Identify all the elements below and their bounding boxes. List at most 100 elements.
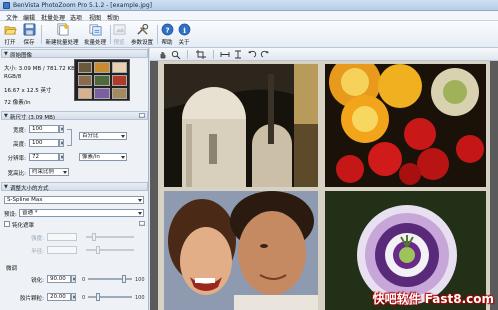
image-toolbar-separator xyxy=(213,50,214,59)
sharpness-label: 锐化: xyxy=(31,278,44,284)
dropdown-arrow-icon xyxy=(121,156,125,159)
sharpness-slider[interactable] xyxy=(88,275,132,283)
new-size-section-header[interactable]: ▼ 新尺寸 (3.09 MB) … xyxy=(1,111,148,121)
dropdown-arrow-icon xyxy=(138,199,142,202)
svg-text:i: i xyxy=(183,26,186,35)
radius-input xyxy=(47,246,77,254)
rotate-left-icon[interactable] xyxy=(247,50,257,59)
rotate-right-icon[interactable] xyxy=(260,50,270,59)
chain-link-icon[interactable] xyxy=(67,129,72,146)
collapse-triangle-icon: ▼ xyxy=(4,113,8,119)
aspect-label: 宽高比: xyxy=(7,171,26,177)
pin-icon[interactable]: … xyxy=(139,113,145,118)
resolution-input[interactable]: 72 xyxy=(29,153,59,161)
folder-open-icon xyxy=(3,26,17,35)
sharpness-min: 0 xyxy=(82,277,86,283)
observatory-photo xyxy=(164,64,318,187)
window-title: BenVista PhotoZoom Pro 5.1.2 - [example.… xyxy=(13,2,153,9)
hand-icon[interactable] xyxy=(158,50,168,59)
help-icon: ? xyxy=(161,23,173,36)
fruit-photo xyxy=(325,64,486,187)
source-resolution: 72 像素/in xyxy=(4,100,31,106)
strength-slider xyxy=(86,233,134,241)
help-button[interactable]: ? 帮助 xyxy=(160,23,174,46)
save-button[interactable]: 保存 xyxy=(22,23,36,46)
width-label: 宽度: xyxy=(13,128,26,134)
width-input[interactable]: 100 xyxy=(29,125,59,133)
sharpness-stepper[interactable] xyxy=(71,275,76,283)
image-canvas[interactable]: 快吧软件 Fast8.com xyxy=(150,61,498,310)
image-toolbar-separator xyxy=(187,50,188,59)
radius-label: 半径: xyxy=(31,249,44,255)
toolbar-separator xyxy=(110,25,111,44)
height-stepper[interactable] xyxy=(59,139,64,147)
new-batch-icon xyxy=(56,23,68,36)
film-grain-stepper[interactable] xyxy=(71,293,76,301)
dropdown-arrow-icon xyxy=(121,135,125,138)
fit-width-icon[interactable] xyxy=(220,50,230,59)
height-input[interactable]: 100 xyxy=(29,139,59,147)
source-dimensions: 16.67 x 12.5 英寸 xyxy=(4,88,52,94)
settings-pane: ▼ 原始图像 大小: 3.09 MB / 781.72 KB RGB/8 16.… xyxy=(0,48,149,310)
open-button[interactable]: 打开 xyxy=(3,23,17,46)
zoom-icon[interactable] xyxy=(171,50,181,59)
sharpness-max: 100 xyxy=(135,277,145,283)
preview-button[interactable]: 预览 xyxy=(112,23,126,46)
height-label: 高度: xyxy=(13,142,26,148)
source-section-header[interactable]: ▼ 原始图像 xyxy=(1,49,148,59)
unsharp-mask-label: 钝化遮罩 xyxy=(12,223,35,229)
size-unit-select[interactable]: 百分比 xyxy=(79,132,127,140)
resize-method-section-header[interactable]: ▼ 调整大小的方式 xyxy=(1,182,148,192)
resolution-stepper[interactable] xyxy=(59,153,64,161)
about-button[interactable]: i 关于 xyxy=(177,23,191,46)
toolbar-separator xyxy=(41,25,42,44)
info-icon: i xyxy=(178,23,190,36)
film-grain-max: 100 xyxy=(135,295,145,301)
image-toolbar xyxy=(150,48,498,61)
fine-tune-label: 微调 xyxy=(6,266,18,272)
resolution-unit-select[interactable]: 像素/in xyxy=(79,153,127,161)
sharpness-input[interactable]: 90.00 xyxy=(47,275,71,283)
sharpness-slider-knob[interactable] xyxy=(122,275,127,283)
save-disk-icon xyxy=(23,23,35,36)
main-toolbar: 打开 保存 新建批量处理 批量处理 预览 参数设置 ? 帮助 i 关于 xyxy=(0,21,498,48)
source-mode: RGB/8 xyxy=(4,74,22,80)
fit-height-icon[interactable] xyxy=(233,50,243,59)
preset-label: 预设: xyxy=(4,212,17,218)
aspect-select[interactable]: 约束比例 xyxy=(29,168,69,176)
batch-button[interactable]: 批量处理 xyxy=(83,23,107,46)
couple-graphic xyxy=(164,191,318,310)
strength-input xyxy=(47,233,77,241)
pin-icon[interactable]: … xyxy=(139,221,145,226)
svg-text:?: ? xyxy=(165,25,169,34)
resize-method-select[interactable]: S-Spline Max xyxy=(4,196,144,204)
couple-photo xyxy=(164,191,318,310)
observatory-graphic xyxy=(164,64,318,187)
tools-icon xyxy=(136,23,148,35)
new-batch-button[interactable]: 新建批量处理 xyxy=(44,23,80,46)
film-grain-label: 胶片颗粒: xyxy=(20,296,44,302)
source-thumbnail xyxy=(74,59,130,101)
title-bar: BenVista PhotoZoom Pro 5.1.2 - [example.… xyxy=(0,0,498,11)
preset-select[interactable]: 普通 * xyxy=(19,209,144,217)
radius-slider xyxy=(86,246,134,254)
unsharp-mask-checkbox[interactable] xyxy=(4,221,10,227)
film-grain-min: 0 xyxy=(82,295,86,301)
film-grain-input[interactable]: 20.00 xyxy=(47,293,71,301)
resolution-label: 分辨率: xyxy=(7,156,26,162)
strength-label: 强度: xyxy=(31,236,44,242)
preview-icon xyxy=(113,24,125,35)
crop-icon[interactable] xyxy=(196,50,206,59)
width-stepper[interactable] xyxy=(59,125,64,133)
menu-bar: 文件 编辑 批量处理 选项 视图 帮助 xyxy=(0,11,498,22)
collage-image xyxy=(158,61,490,310)
source-size: 大小: 3.09 MB / 781.72 KB xyxy=(4,66,75,72)
param-settings-button[interactable]: 参数设置 xyxy=(130,23,154,46)
dropdown-arrow-icon xyxy=(63,171,67,174)
fruit-graphic xyxy=(325,64,486,187)
collapse-triangle-icon: ▼ xyxy=(4,51,8,57)
film-grain-slider-knob[interactable] xyxy=(95,293,100,301)
collapse-triangle-icon: ▼ xyxy=(4,184,8,190)
app-icon xyxy=(3,2,10,9)
film-grain-slider[interactable] xyxy=(88,293,132,301)
